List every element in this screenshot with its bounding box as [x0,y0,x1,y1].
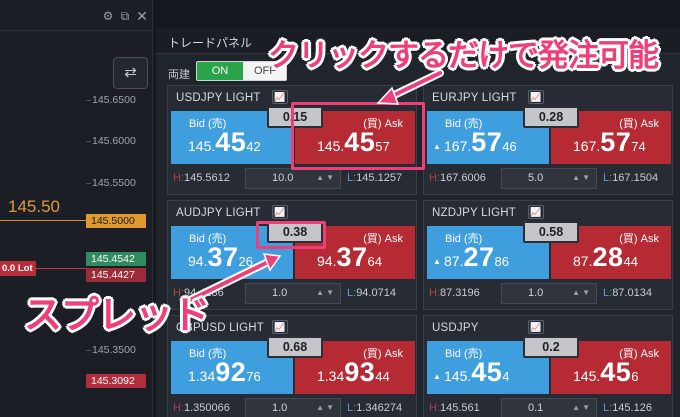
ask-price: 145.456 [573,357,639,387]
axis-label: 145.6000 [92,135,136,147]
up-tick-icon: ▲ [433,257,441,266]
axis-label: 145.6500 [92,94,136,106]
currency-card: EURJPY LIGHT 📈 ▲ Bid (売) 167.5746 (買) As… [423,85,673,195]
position-lot-tag[interactable]: 0.0 Lot [0,261,36,276]
card-footer: H:87.3196 1.0 ▲▼ L:87.0134 [427,283,671,305]
lot-value[interactable]: 10.0 [272,172,293,184]
low-value: L:145.126 [603,402,652,414]
bid-price: 87.2786 [444,242,509,272]
low-value: L:1.346274 [347,402,403,414]
stepper-arrows-icon[interactable]: ▲▼ [316,403,336,412]
spread-highlight-box [256,221,326,249]
card-symbol: AUDJPY LIGHT [176,207,261,219]
axis-tick [86,350,91,351]
bid-price: 145.454 [444,357,510,387]
lot-stepper[interactable]: 1.0 ▲▼ [245,283,341,304]
price-tag-red: 145.3092 [86,374,146,388]
chart-switch-icon[interactable]: ⇄ [113,57,148,89]
ask-price: 94.3764 [317,242,382,272]
axis-tick [86,183,91,184]
current-price-label: 145.50 [8,197,60,216]
card-footer: H:145.5612 10.0 ▲▼ L:145.1257 [171,168,415,190]
card-symbol: NZDJPY LIGHT [432,207,516,219]
high-value: H:145.5612 [173,172,230,184]
trade-panel: トレードパネル 両建 ON OFF USDJPY LIGHT 📈 Bid (売)… [156,28,680,417]
bid-price: 145.4542 [188,127,261,157]
lot-stepper[interactable]: 1.0 ▲▼ [245,398,341,417]
low-value: L:145.1257 [347,172,403,184]
stepper-arrows-icon[interactable]: ▲▼ [572,173,592,182]
up-tick-icon: ▲ [433,142,441,151]
bid-price: 1.349276 [188,357,261,387]
high-value: H:145.561 [429,402,480,414]
stepper-arrows-icon[interactable]: ▲▼ [572,403,592,412]
price-tag-green: 145.4542 [86,252,146,266]
chart-icon[interactable]: 📈 [528,90,544,104]
low-value: L:167.1504 [603,172,659,184]
lot-stepper[interactable]: 10.0 ▲▼ [245,168,341,189]
card-footer: H:167.6006 5.0 ▲▼ L:167.1504 [427,168,671,190]
lot-value[interactable]: 1.0 [272,402,287,414]
hedge-label: 両建 [168,69,190,81]
spread-badge: 0.68 [267,336,323,358]
high-value: H:1.350066 [173,402,230,414]
spread-badge: 0.58 [523,221,579,243]
lot-stepper[interactable]: 5.0 ▲▼ [501,168,597,189]
chart-icon[interactable]: 📈 [528,320,544,334]
axis-label: 145.3500 [92,344,136,356]
ask-highlight-box [291,102,425,170]
annotation-spread-text: スプレッド [24,295,210,337]
popout-icon[interactable]: ⧉ [118,9,132,23]
annotation-click-text: クリックするだけで発注可能 [268,38,659,73]
lot-stepper[interactable]: 0.1 ▲▼ [501,398,597,417]
lot-value[interactable]: 5.0 [528,172,543,184]
currency-card: USDJPY 📈 ▲ Bid (売) 145.454 (買) Ask 145.4… [423,315,673,417]
chart-icon[interactable]: 📈 [272,320,288,334]
card-symbol: USDJPY LIGHT [176,92,261,104]
lot-stepper[interactable]: 1.0 ▲▼ [501,283,597,304]
bid-price: 94.3726 [188,242,253,272]
price-tag-orange: 145.5000 [86,214,146,228]
chart-header-divider [0,30,153,31]
ask-price: 167.5774 [573,127,646,157]
axis-tick [86,100,91,101]
lot-value[interactable]: 0.1 [528,402,543,414]
spread-badge: 0.2 [523,336,579,358]
bid-price: 167.5746 [444,127,517,157]
chart-icon[interactable]: 📈 [272,205,288,219]
ask-price: 87.2844 [573,242,638,272]
axis-tick [86,141,91,142]
gear-icon[interactable]: ⚙ [101,9,115,23]
lot-value[interactable]: 1.0 [272,287,287,299]
panel-title: トレードパネル [168,36,253,50]
card-footer: H:145.561 0.1 ▲▼ L:145.126 [427,398,671,417]
card-symbol: EURJPY LIGHT [432,92,517,104]
toggle-on-option[interactable]: ON [197,62,243,80]
price-chart[interactable]: ⚙ ⧉ ✕ ⇄ 145.6500 145.6000 145.5500 145.3… [0,0,153,417]
lot-value[interactable]: 1.0 [528,287,543,299]
current-price-line [0,220,86,221]
spread-badge: 0.28 [523,106,579,128]
high-value: H:167.6006 [429,172,486,184]
axis-label: 145.5500 [92,177,136,189]
chart-icon[interactable]: 📈 [528,205,544,219]
chart-icon[interactable]: 📈 [272,90,288,104]
card-symbol: USDJPY [432,322,479,334]
ask-price: 1.349344 [317,357,390,387]
low-value: L:94.0714 [347,287,396,299]
stepper-arrows-icon[interactable]: ▲▼ [572,288,592,297]
card-footer: H:1.350066 1.0 ▲▼ L:1.346274 [171,398,415,417]
currency-card: NZDJPY LIGHT 📈 ▲ Bid (売) 87.2786 (買) Ask… [423,200,673,310]
stepper-arrows-icon[interactable]: ▲▼ [316,288,336,297]
stepper-arrows-icon[interactable]: ▲▼ [316,173,336,182]
close-icon[interactable]: ✕ [135,9,149,23]
price-tag-red: 145.4427 [86,268,146,282]
low-value: L:87.0134 [603,287,652,299]
up-tick-icon: ▲ [433,372,441,381]
high-value: H:87.3196 [429,287,480,299]
